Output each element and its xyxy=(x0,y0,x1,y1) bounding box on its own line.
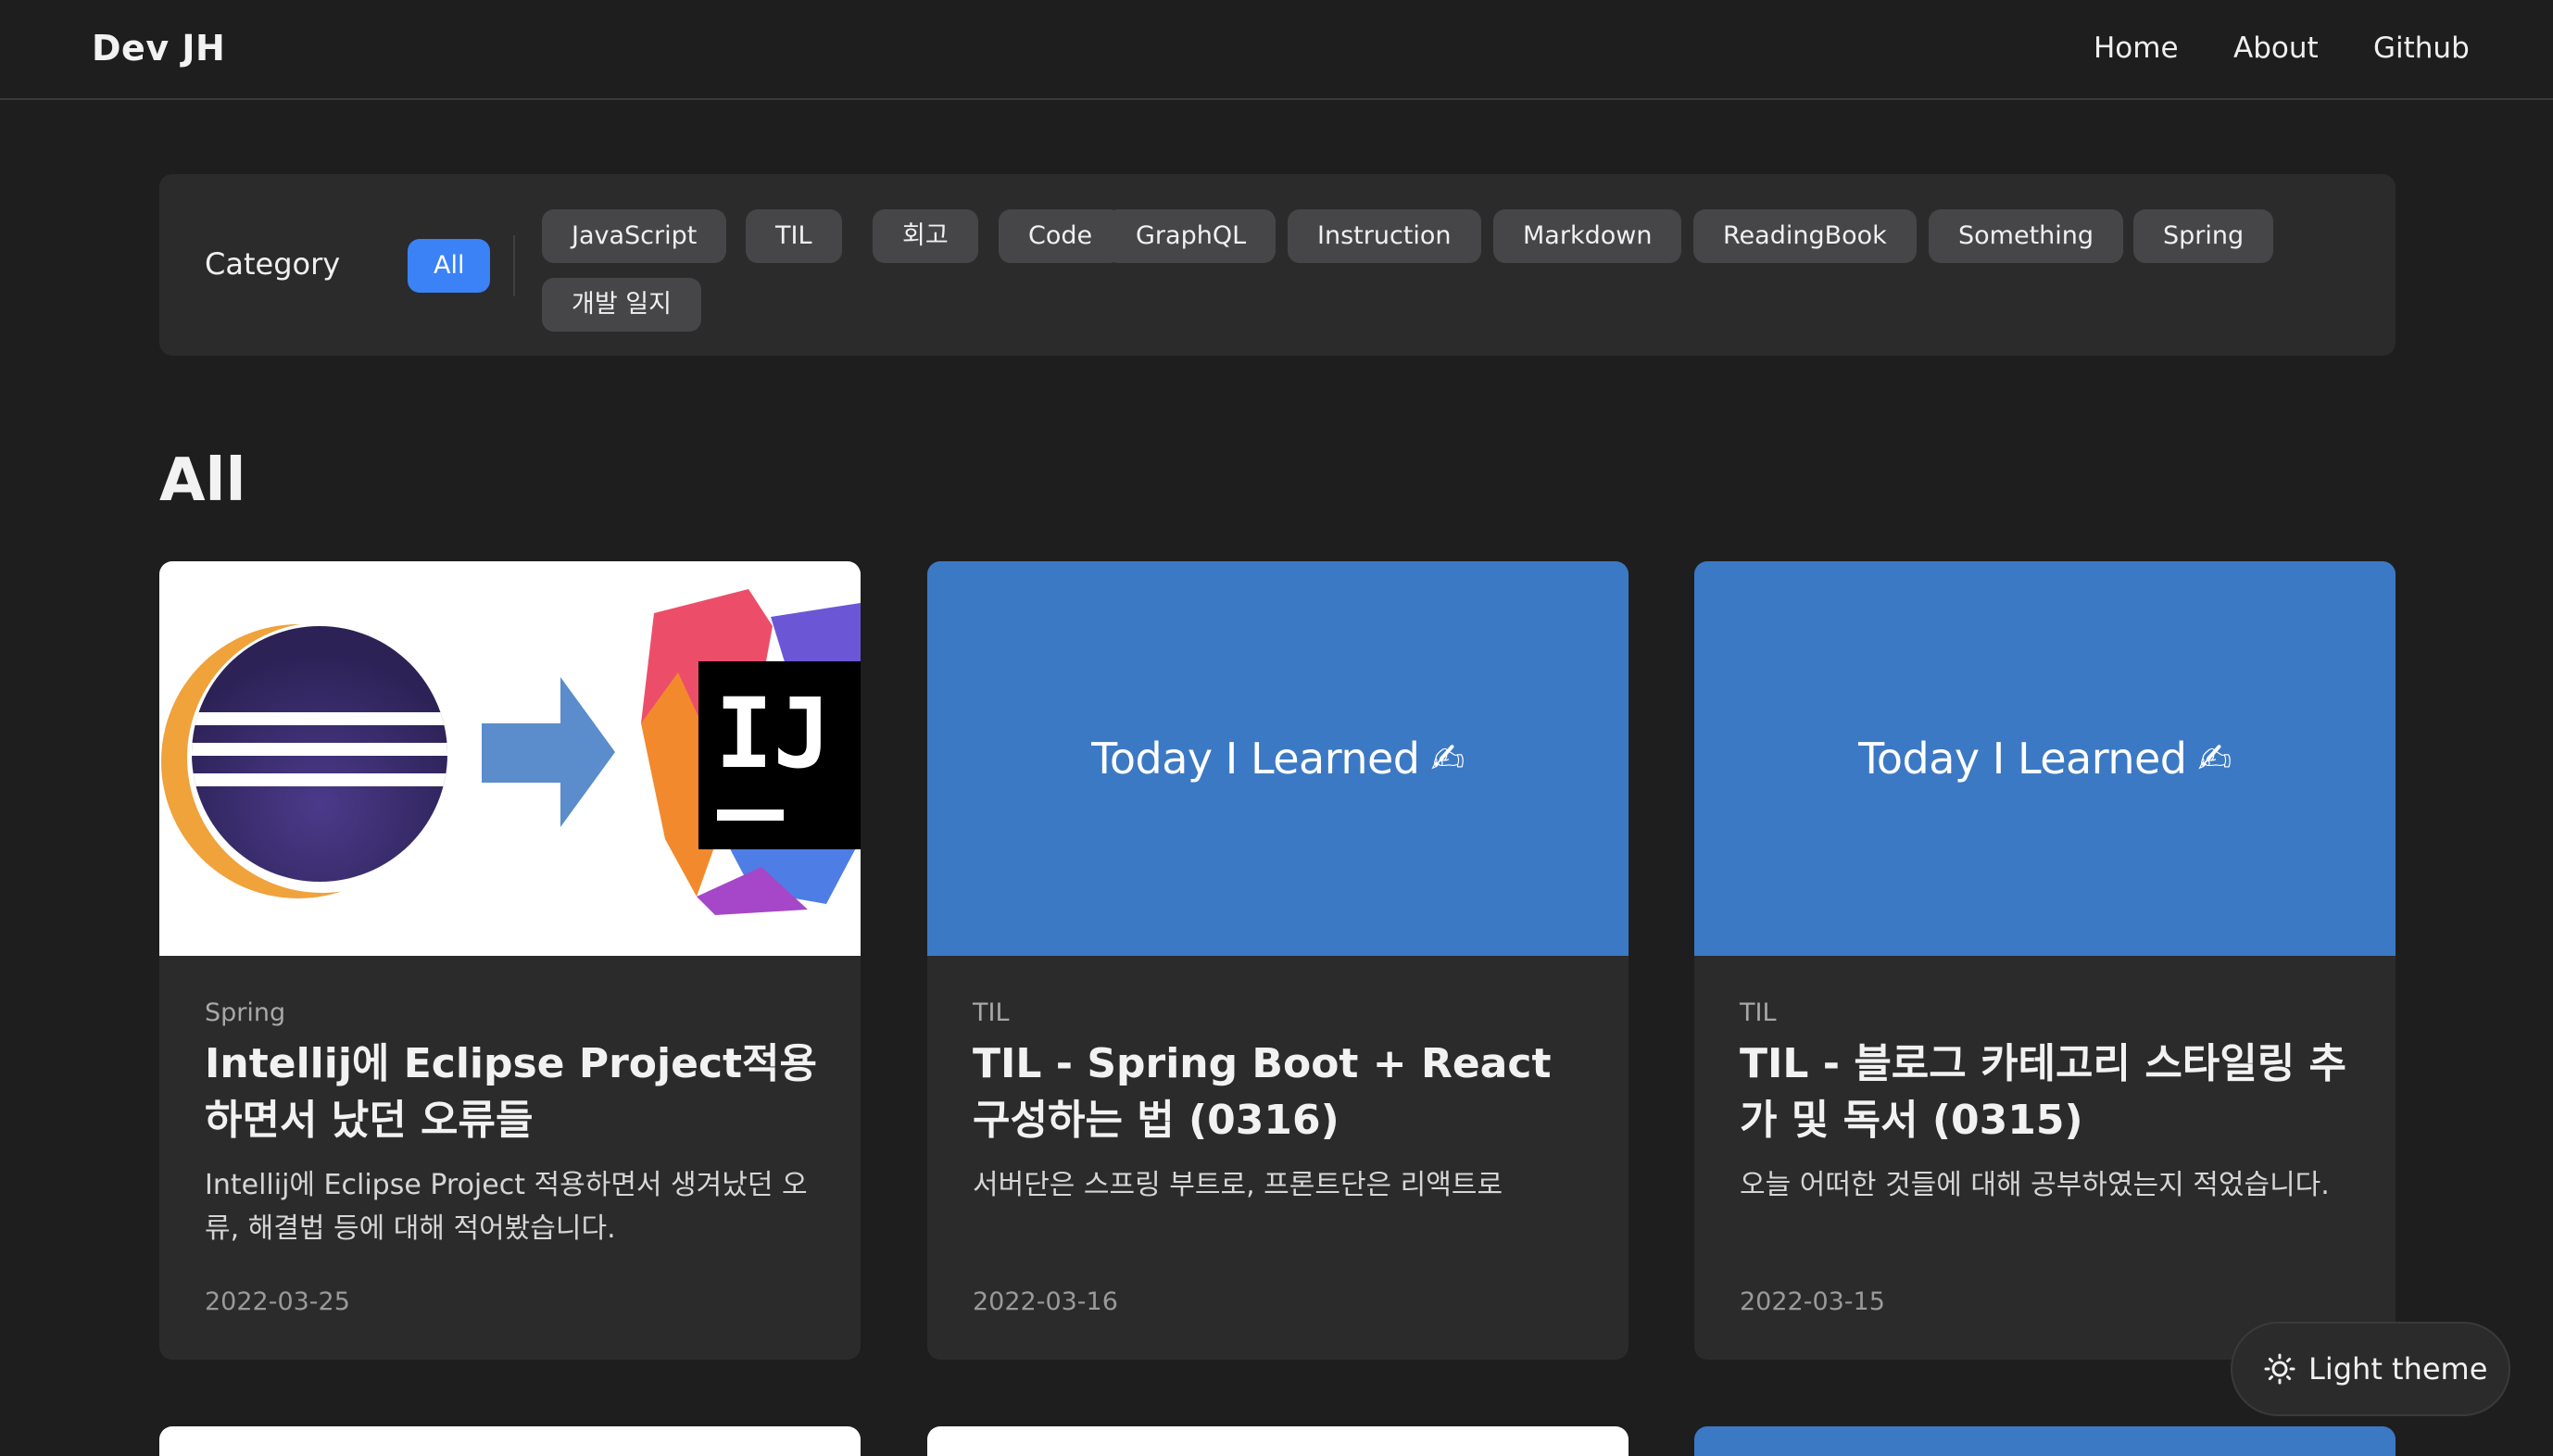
post-date: 2022-03-25 xyxy=(205,1287,350,1316)
category-chip-graphql[interactable]: GraphQL xyxy=(1106,209,1276,263)
category-chip-devlog[interactable]: 개발 일지 xyxy=(542,278,701,332)
site-header: Dev JH Home About Github xyxy=(0,0,2553,100)
post-card[interactable]: Today I Learned ✍ TIL TIL - Spring Boot … xyxy=(927,561,1629,1360)
sun-icon xyxy=(2264,1353,2295,1385)
post-thumbnail: IJ xyxy=(159,561,861,956)
post-card-partial[interactable] xyxy=(159,1426,861,1456)
thumbnail-title: Today I Learned xyxy=(1858,734,2187,784)
writing-hand-icon: ✍ xyxy=(2197,734,2232,783)
post-date: 2022-03-16 xyxy=(973,1287,1118,1316)
post-title[interactable]: TIL - Spring Boot + React 구성하는 법 (0316) xyxy=(973,1036,1603,1148)
post-title[interactable]: TIL - 블로그 카테고리 스타일링 추가 및 독서 (0315) xyxy=(1740,1036,2370,1148)
post-card[interactable]: IJ Spring Intellij에 Eclipse Project적용하면서… xyxy=(159,561,861,1360)
theme-toggle-button[interactable]: Light theme xyxy=(2231,1322,2510,1416)
site-logo[interactable]: Dev JH xyxy=(92,28,225,69)
category-chip-readingbook[interactable]: ReadingBook xyxy=(1693,209,1917,263)
post-description: 서버단은 스프링 부트로, 프론트단은 리액트로 xyxy=(973,1169,1503,1201)
nav-about-link[interactable]: About xyxy=(2233,31,2319,65)
thumbnail-title: Today I Learned xyxy=(1091,734,1420,784)
category-chip-instruction[interactable]: Instruction xyxy=(1288,209,1481,263)
nav-github-link[interactable]: Github xyxy=(2373,31,2470,65)
category-chip-markdown[interactable]: Markdown xyxy=(1493,209,1682,263)
post-date: 2022-03-15 xyxy=(1740,1287,1885,1316)
category-chip-all[interactable]: All xyxy=(408,239,491,293)
category-chip-til[interactable]: TIL xyxy=(746,209,842,263)
post-title[interactable]: Intellij에 Eclipse Project적용하면서 났던 오류들 xyxy=(205,1036,835,1148)
post-thumbnail: Today I Learned ✍ xyxy=(927,561,1629,956)
thumbnail-text: Today I Learned ✍ xyxy=(927,561,1629,956)
category-chip-javascript[interactable]: JavaScript xyxy=(542,209,727,263)
post-category: TIL xyxy=(1740,998,1777,1027)
post-card-partial[interactable] xyxy=(1694,1426,2396,1456)
category-label: Category xyxy=(205,246,341,282)
svg-text:IJ: IJ xyxy=(715,677,831,790)
category-chip-something[interactable]: Something xyxy=(1929,209,2124,263)
category-divider xyxy=(513,235,515,296)
category-chip-spring[interactable]: Spring xyxy=(2133,209,2274,263)
post-category: TIL xyxy=(973,998,1010,1027)
post-description: 오늘 어떠한 것들에 대해 공부하였는지 적었습니다. xyxy=(1740,1169,2330,1201)
category-chip-code[interactable]: Code xyxy=(999,209,1123,263)
post-card[interactable]: Today I Learned ✍ TIL TIL - 블로그 카테고리 스타일… xyxy=(1694,561,2396,1360)
post-card-partial[interactable] xyxy=(927,1426,1629,1456)
category-panel: Category All JavaScript TIL 회고 Code Grap… xyxy=(159,174,2396,356)
post-thumbnail: Today I Learned ✍ xyxy=(1694,561,2396,956)
eclipse-to-intellij-image: IJ xyxy=(161,589,861,915)
post-category: Spring xyxy=(205,998,286,1027)
category-chip-retrospective[interactable]: 회고 xyxy=(873,209,978,263)
theme-toggle-label: Light theme xyxy=(2308,1351,2488,1387)
thumbnail-text: Today I Learned ✍ xyxy=(1694,561,2396,956)
nav-home-link[interactable]: Home xyxy=(2094,31,2179,65)
writing-hand-icon: ✍ xyxy=(1430,734,1465,783)
section-title: All xyxy=(159,446,246,515)
post-description: Intellij에 Eclipse Project 적용하면서 생겨났던 오류,… xyxy=(205,1169,808,1245)
